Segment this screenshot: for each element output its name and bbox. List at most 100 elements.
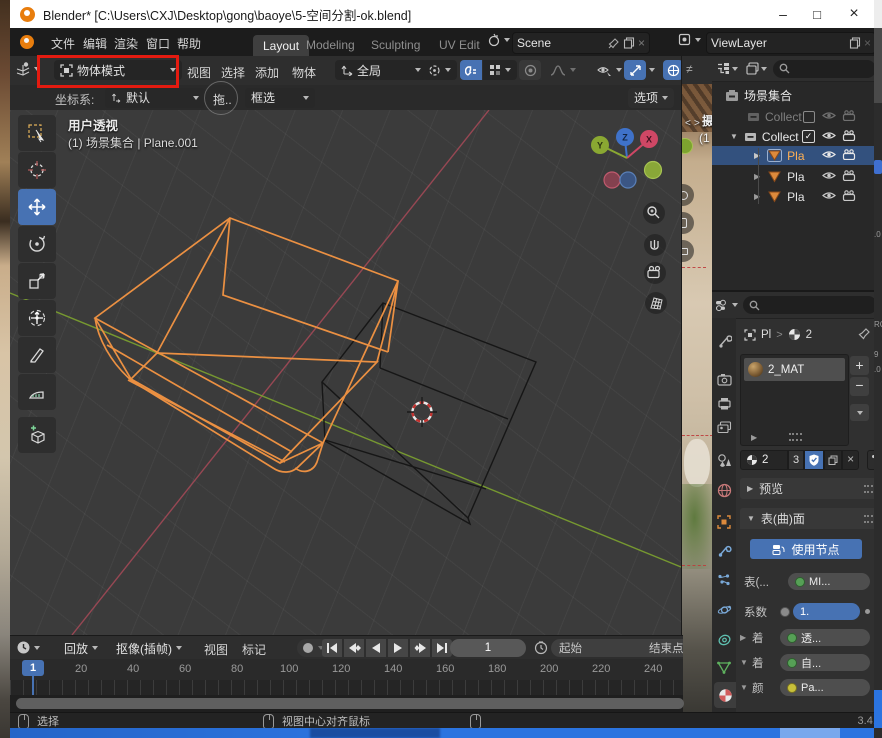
- copy-viewlayer-icon[interactable]: [849, 37, 861, 49]
- zoom-button[interactable]: [643, 202, 665, 224]
- workspace-tab-layout[interactable]: Layout: [253, 35, 309, 56]
- strip-corner-right[interactable]: >: [694, 118, 700, 129]
- tool-transform[interactable]: [18, 300, 56, 336]
- slot-add-button[interactable]: +: [850, 356, 869, 375]
- tool-add-primitive[interactable]: [18, 417, 56, 453]
- viewport-nav-buttons[interactable]: [643, 202, 667, 314]
- scene-unlink-icon[interactable]: ×: [638, 36, 645, 50]
- tool-cursor[interactable]: [18, 152, 56, 188]
- end-frame-field[interactable]: 结束点 2: [641, 639, 683, 657]
- select-mode-dropdown[interactable]: 框选: [245, 88, 315, 108]
- tab-object-data[interactable]: [715, 658, 733, 676]
- current-frame-field[interactable]: 1: [450, 639, 526, 657]
- exclude-checkbox-unchecked[interactable]: [803, 111, 815, 123]
- breadcrumb-material-icon[interactable]: [788, 328, 801, 341]
- copy-material-button[interactable]: [824, 450, 842, 470]
- workspace-tab-sculpting[interactable]: Sculpting: [371, 38, 420, 52]
- play-button[interactable]: [388, 639, 408, 657]
- camera-view-button[interactable]: [644, 262, 666, 284]
- snap-toggle[interactable]: [460, 60, 482, 80]
- blender-menu-logo-icon[interactable]: [20, 35, 34, 49]
- minimize-button[interactable]: –: [766, 6, 800, 22]
- viewport-canvas[interactable]: Z X Y 用户透视 (1) 场景集合 | Plane.001: [10, 110, 681, 635]
- outliner-display-mode-dropdown[interactable]: [714, 60, 740, 77]
- menu-help[interactable]: 帮助: [177, 35, 201, 52]
- viewlayer-field[interactable]: ViewLayer ×: [706, 32, 876, 54]
- timeline-markers-menu[interactable]: 标记: [242, 641, 266, 658]
- scene-field[interactable]: Scene ×: [512, 32, 650, 54]
- tab-material-active[interactable]: [714, 682, 736, 708]
- outliner-object-pla-3[interactable]: ▶ Pla: [712, 187, 874, 206]
- keying-menu[interactable]: 抠像(插帧): [110, 638, 188, 658]
- pin-icon[interactable]: [858, 328, 870, 340]
- visibility-dropdown[interactable]: [591, 60, 628, 80]
- tool-measure[interactable]: [18, 374, 56, 410]
- close-button[interactable]: ×: [834, 5, 874, 23]
- shader-dropdown[interactable]: 自...: [780, 654, 870, 671]
- camera-strip-viewport[interactable]: ≠ < > 摄 (1: [681, 56, 713, 728]
- jump-end-button[interactable]: [432, 639, 452, 657]
- link-mode-dropdown[interactable]: [867, 450, 874, 470]
- fake-user-toggle[interactable]: [804, 450, 824, 470]
- decorator-dot[interactable]: [865, 609, 870, 614]
- hide-eye-icon[interactable]: [822, 110, 836, 121]
- tab-world[interactable]: [715, 481, 733, 499]
- breadcrumb-material-name[interactable]: 2: [806, 329, 812, 341]
- menu-window[interactable]: 窗口: [146, 35, 170, 52]
- render-camera-icon[interactable]: [842, 170, 856, 181]
- tool-rotate[interactable]: [18, 226, 56, 262]
- tab-tool[interactable]: [715, 332, 733, 350]
- outliner-search-field[interactable]: [773, 60, 874, 78]
- row-expand-icon[interactable]: ▼: [740, 658, 752, 667]
- gizmos-toggle-group[interactable]: [624, 60, 655, 80]
- tab-modifiers[interactable]: [715, 541, 733, 559]
- breadcrumb-object-icon[interactable]: [744, 329, 756, 341]
- surface-shader-dropdown[interactable]: MI...: [788, 573, 870, 590]
- start-frame-field[interactable]: 起始 1: [551, 639, 655, 657]
- orientation-dropdown[interactable]: 全局: [335, 60, 427, 80]
- tool-select-box[interactable]: [18, 115, 56, 151]
- slot-expand-arrow[interactable]: ▶: [751, 433, 757, 442]
- gizmo-y-neg[interactable]: [645, 162, 662, 179]
- properties-editor-dropdown[interactable]: [715, 299, 738, 312]
- outliner-collection-disabled[interactable]: Collect: [712, 107, 874, 126]
- render-camera-icon[interactable]: [842, 149, 856, 160]
- tab-object[interactable]: [715, 513, 733, 531]
- material-name-field[interactable]: 2: [762, 454, 782, 466]
- hide-eye-icon[interactable]: [822, 170, 836, 181]
- timeline-editor-dropdown[interactable]: [16, 640, 40, 655]
- viewlayer-browse-dropdown[interactable]: [678, 33, 701, 47]
- exclude-checkbox-checked[interactable]: ✓: [802, 130, 815, 143]
- panel-surface-header[interactable]: ▼ 表(曲)面: [740, 508, 874, 529]
- outliner-object-pla-2[interactable]: ▶ Pla: [712, 167, 874, 186]
- material-slot-row[interactable]: 2_MAT: [744, 358, 845, 381]
- render-camera-icon[interactable]: [842, 130, 856, 141]
- menu-viewport-view[interactable]: 视图: [187, 64, 211, 81]
- timeline-ruler[interactable]: 20 40 60 80 100 120 140 160 180 200 220 …: [10, 659, 683, 695]
- use-nodes-button[interactable]: 使用节点: [750, 539, 862, 559]
- maximize-button[interactable]: □: [800, 7, 834, 22]
- menu-viewport-select[interactable]: 选择: [221, 64, 245, 81]
- panel-preview-header[interactable]: ▶ 预览: [740, 478, 874, 499]
- tab-viewlayer[interactable]: [715, 418, 733, 436]
- breadcrumb-object-name[interactable]: Pl: [761, 329, 771, 341]
- snap-settings-dropdown[interactable]: [483, 60, 517, 80]
- hide-eye-icon[interactable]: [822, 130, 836, 141]
- overlays-toggle[interactable]: [663, 60, 683, 80]
- material-browse[interactable]: 2: [740, 450, 788, 470]
- factor-value-field[interactable]: 1.: [793, 603, 860, 620]
- gizmo-x-neg[interactable]: [604, 172, 620, 188]
- coord-system-dropdown[interactable]: 默认: [105, 88, 205, 108]
- shader-dropdown[interactable]: 透...: [780, 629, 870, 646]
- expand-arrow-icon[interactable]: ▼: [730, 132, 738, 141]
- tab-scene[interactable]: [715, 451, 733, 469]
- row-expand-icon[interactable]: ▼: [740, 683, 752, 692]
- menu-file[interactable]: 文件: [51, 35, 75, 52]
- color-dropdown[interactable]: Pa...: [780, 679, 870, 696]
- tab-output[interactable]: [715, 394, 733, 412]
- falloff-dropdown[interactable]: [544, 60, 582, 80]
- pin-icon[interactable]: [608, 38, 619, 49]
- scene-browse-dropdown[interactable]: [487, 33, 510, 47]
- workspace-tab-uvedit[interactable]: UV Edit: [439, 38, 480, 52]
- workspace-tab-modeling[interactable]: Modeling: [306, 38, 355, 52]
